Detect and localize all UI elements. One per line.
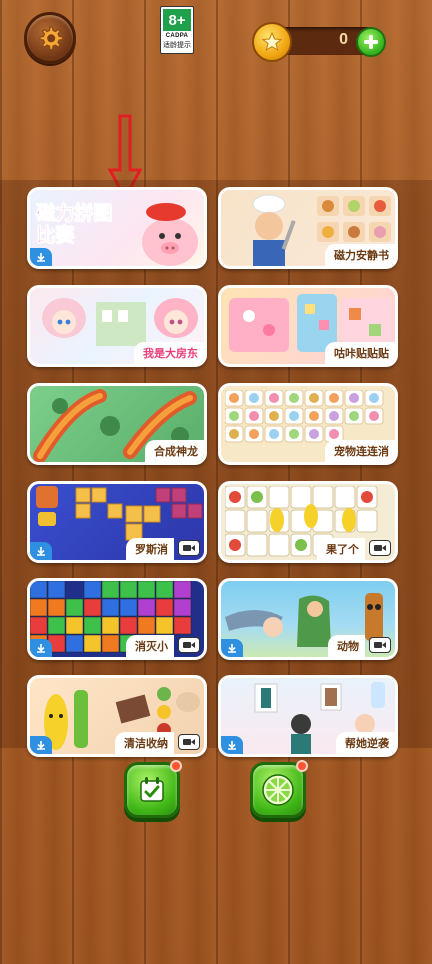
game-title: 罗斯消 — [126, 538, 174, 560]
game-card[interactable]: 果了个 — [218, 481, 398, 563]
download-icon — [30, 542, 52, 560]
notification-dot — [170, 760, 182, 772]
game-card[interactable]: 帮她逆袭 — [218, 675, 398, 757]
age-rating-number: 8+ — [163, 9, 191, 31]
game-card[interactable]: 咕咔贴贴贴 — [218, 285, 398, 367]
star-icon — [261, 31, 283, 52]
top-bar: 8+ CADPA 适龄提示 0 — [0, 0, 432, 82]
game-title: 果了个 — [317, 538, 365, 560]
video-icon[interactable] — [178, 637, 200, 653]
gear-icon — [39, 26, 64, 51]
calendar-check-icon — [140, 777, 164, 802]
game-card[interactable]: 罗斯消 — [27, 481, 207, 563]
game-card[interactable]: 清洁收纳 — [27, 675, 207, 757]
coin-value: 0 — [339, 31, 348, 48]
settings-button[interactable] — [24, 12, 76, 64]
download-icon — [221, 639, 243, 657]
pig-illustration — [142, 203, 198, 266]
game-title: 合成神龙 — [145, 440, 204, 462]
age-rating-org: CADPA — [165, 33, 189, 39]
plus-icon — [364, 35, 378, 49]
game-card[interactable]: 磁力安静书 — [218, 187, 398, 269]
bottom-bar — [0, 748, 432, 964]
download-icon — [30, 248, 52, 266]
video-icon[interactable] — [369, 540, 391, 556]
game-card[interactable]: 消灭小 — [27, 578, 207, 660]
game-title: 咕咔贴贴贴 — [325, 342, 395, 364]
age-rating-badge[interactable]: 8+ CADPA 适龄提示 — [160, 6, 194, 54]
age-rating-tip: 适龄提示 — [163, 41, 191, 49]
game-title: 消灭小 — [126, 635, 174, 657]
game-card[interactable]: 宠物连连消 — [218, 383, 398, 465]
coin-icon — [252, 22, 292, 62]
game-card[interactable]: 磁力拼图比赛 — [27, 187, 207, 269]
chef-illustration — [252, 194, 296, 266]
game-title: 磁力安静书 — [325, 244, 395, 266]
lucky-wheel-button[interactable] — [250, 760, 308, 818]
food-grid-illustration — [317, 196, 391, 242]
game-card[interactable]: 我是大房东 — [27, 285, 207, 367]
video-icon[interactable] — [369, 637, 391, 653]
game-title: 动物 — [328, 635, 365, 657]
download-icon — [30, 639, 52, 657]
game-card[interactable]: 合成神龙 — [27, 383, 207, 465]
citrus-wheel-icon — [262, 774, 294, 806]
video-icon[interactable] — [178, 540, 200, 556]
game-card[interactable]: 动物 — [218, 578, 398, 660]
notification-dot — [296, 760, 308, 772]
game-title: 宠物连连消 — [325, 440, 395, 462]
game-title: 我是大房东 — [134, 342, 204, 364]
game-title: 磁力拼图比赛 — [36, 202, 113, 247]
daily-checkin-button[interactable] — [124, 760, 182, 818]
add-coin-button[interactable] — [356, 27, 386, 57]
